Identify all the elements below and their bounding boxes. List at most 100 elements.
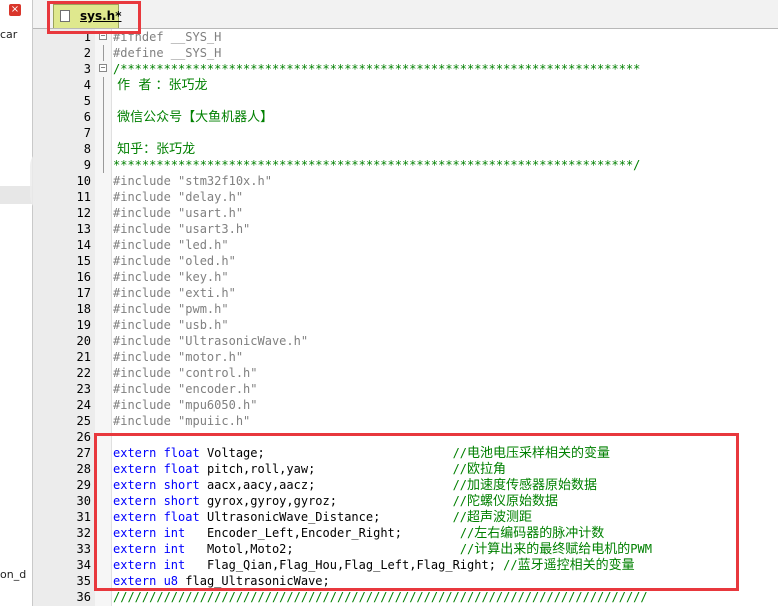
code-line[interactable]: 3−/*************************************… [33,61,778,77]
code-text: #include "UltrasonicWave.h" [113,333,308,349]
code-text: #include "motor.h" [113,349,243,365]
code-token: "pwm.h" [178,302,229,316]
code-token: ****************************************… [113,158,641,172]
code-text: #include "mpu6050.h" [113,397,258,413]
code-token: #include [113,350,179,364]
code-line[interactable]: 1− #ifndef __SYS_H [33,29,778,45]
line-number: 15 [76,254,91,268]
code-text: #include "usart3.h" [113,221,250,237]
code-line[interactable]: 16 #include "key.h" [33,269,778,285]
line-number: 32 [76,526,91,540]
line-number: 8 [83,142,91,156]
line-number: 11 [76,190,91,204]
code-line[interactable]: 18 #include "pwm.h" [33,301,778,317]
code-token: /***************************************… [113,62,641,76]
code-editor[interactable]: sys.h* 1− #ifndef __SYS_H 2 #define __SYS_H… [33,0,778,606]
code-text: ////////////////////////////////////////… [113,589,648,605]
line-number: 3 [83,62,91,76]
fold-toggle-icon[interactable]: − [99,64,107,72]
line-number: 24 [76,398,91,412]
code-text: #include "mpuiic.h" [113,413,250,429]
code-text: #include "led.h" [113,237,229,253]
code-token: "oled.h" [178,254,236,268]
code-token: "led.h" [178,238,229,252]
code-token: #include [113,190,179,204]
line-number: 17 [76,286,91,300]
line-number: 27 [76,446,91,460]
line-number: 20 [76,334,91,348]
line-number: 14 [76,238,91,252]
code-token: "delay.h" [178,190,244,204]
code-line[interactable]: 23 #include "encoder.h" [33,381,778,397]
code-text: #include "usb.h" [113,317,229,333]
fold-guide [103,109,104,125]
code-text: #include "usart.h" [113,205,243,221]
line-number: 33 [76,542,91,556]
code-token: "usart.h" [178,206,244,220]
line-number: 30 [76,494,91,508]
code-line[interactable]: 14 #include "led.h" [33,237,778,253]
code-line[interactable]: 15 #include "oled.h" [33,253,778,269]
code-line[interactable]: 17 #include "exti.h" [33,285,778,301]
code-token: ////////////////////////////////////////… [113,590,648,604]
fold-guide [103,157,104,173]
code-line[interactable]: 36 //////////////////////////////////////… [33,589,778,605]
line-number: 6 [83,110,91,124]
code-line[interactable]: 5 [33,93,778,109]
project-tree-selected-row[interactable] [0,186,32,204]
line-number: 34 [76,558,91,572]
code-line[interactable]: 19 #include "usb.h" [33,317,778,333]
line-number: 23 [76,382,91,396]
fold-guide [103,93,104,109]
code-token: #include [113,398,179,412]
line-number: 31 [76,510,91,524]
line-number: 26 [76,430,91,444]
code-token: #include [113,254,179,268]
line-number: 9 [83,158,91,172]
fold-guide [103,77,104,93]
fold-guide [103,125,104,141]
code-line[interactable]: 12 #include "usart.h" [33,205,778,221]
line-number: 35 [76,574,91,588]
code-line[interactable]: 2 #define __SYS_H [33,45,778,61]
code-token: "usb.h" [178,318,229,332]
code-text: /***************************************… [113,61,640,77]
code-text: #include "stm32f10x.h" [113,173,272,189]
code-line[interactable]: 6 微信公众号【大鱼机器人】 [33,109,778,125]
line-number: 13 [76,222,91,236]
code-token: "usart3.h" [178,222,251,236]
code-text: #define __SYS_H [113,45,221,61]
highlight-box-extern-declarations [94,433,739,591]
code-line[interactable]: 7 [33,125,778,141]
fold-guide [103,45,104,61]
project-tree-item-bottom[interactable]: on_d [0,568,26,581]
code-token: "mpu6050.h" [178,398,258,412]
code-line[interactable]: 9 ***************************************… [33,157,778,173]
line-number: 7 [83,126,91,140]
code-text: #include "delay.h" [113,189,243,205]
code-line[interactable]: 21 #include "motor.h" [33,349,778,365]
project-tree-item[interactable]: car [0,28,17,41]
code-token: #include [113,414,179,428]
code-line[interactable]: 13 #include "usart3.h" [33,221,778,237]
code-text: #include "encoder.h" [113,381,258,397]
close-icon[interactable]: × [9,4,21,16]
code-token: #include [113,174,179,188]
code-line[interactable]: 24 #include "mpu6050.h" [33,397,778,413]
code-token: "control.h" [178,366,258,380]
code-token: 知乎：张巧龙 [113,142,196,157]
code-line[interactable]: 20 #include "UltrasonicWave.h" [33,333,778,349]
code-token: 微信公众号【大鱼机器人】 [113,110,274,125]
line-number: 28 [76,462,91,476]
code-text: #include "control.h" [113,365,258,381]
code-token: "encoder.h" [178,382,258,396]
code-line[interactable]: 10 #include "stm32f10x.h" [33,173,778,189]
code-line[interactable]: 4 作 者 ：张巧龙 [33,77,778,93]
code-line[interactable]: 25 #include "mpuiic.h" [33,413,778,429]
code-line[interactable]: 11 #include "delay.h" [33,189,778,205]
code-line[interactable]: 22 #include "control.h" [33,365,778,381]
code-text: 微信公众号【大鱼机器人】 [113,109,273,126]
line-number: 12 [76,206,91,220]
code-token: "stm32f10x.h" [178,174,272,188]
code-line[interactable]: 8 知乎：张巧龙 [33,141,778,157]
